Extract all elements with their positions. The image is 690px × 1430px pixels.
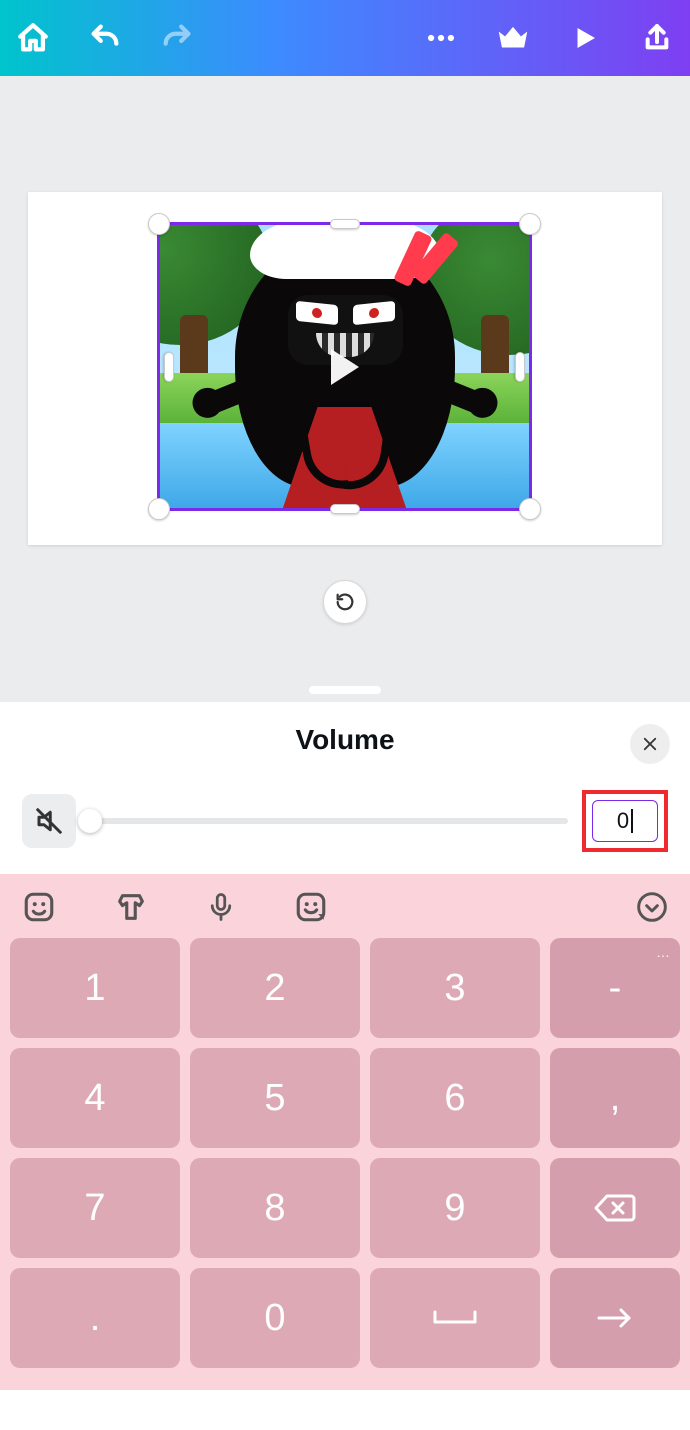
key-0[interactable]: 0 xyxy=(190,1268,360,1368)
volume-panel: Volume 0 xyxy=(0,702,690,874)
panel-drag-handle[interactable] xyxy=(309,686,381,694)
text-caret xyxy=(631,809,633,833)
key-4[interactable]: 4 xyxy=(10,1048,180,1148)
resize-handle-top-right[interactable] xyxy=(519,213,541,235)
crown-pro-button[interactable] xyxy=(494,19,532,57)
keyboard-emoji-icon[interactable] xyxy=(294,890,328,924)
volume-value-text: 0 xyxy=(617,808,629,834)
rotate-button[interactable] xyxy=(323,580,367,624)
resize-handle-bottom[interactable] xyxy=(330,504,360,514)
editor-canvas[interactable] xyxy=(0,76,690,702)
key-enter[interactable] xyxy=(550,1268,680,1368)
resize-handle-bottom-left[interactable] xyxy=(148,498,170,520)
key-space[interactable] xyxy=(370,1268,540,1368)
mute-toggle-button[interactable] xyxy=(22,794,76,848)
app-toolbar xyxy=(0,0,690,76)
key-3[interactable]: 3 xyxy=(370,938,540,1038)
key-8[interactable]: 8 xyxy=(190,1158,360,1258)
resize-handle-left[interactable] xyxy=(164,352,174,382)
redo-button[interactable] xyxy=(158,19,196,57)
highlight-annotation: 0 xyxy=(582,790,668,852)
key-dash[interactable]: …- xyxy=(550,938,680,1038)
more-menu-button[interactable] xyxy=(422,19,460,57)
volume-slider[interactable] xyxy=(90,810,568,832)
key-2[interactable]: 2 xyxy=(190,938,360,1038)
undo-button[interactable] xyxy=(86,19,124,57)
keyboard-theme-icon[interactable] xyxy=(114,890,148,924)
home-button[interactable] xyxy=(14,19,52,57)
selected-video-element[interactable] xyxy=(157,222,532,511)
volume-value-input[interactable]: 0 xyxy=(592,800,658,842)
play-button[interactable] xyxy=(566,19,604,57)
key-period[interactable]: . xyxy=(10,1268,180,1368)
key-1[interactable]: 1 xyxy=(10,938,180,1038)
key-backspace[interactable] xyxy=(550,1158,680,1258)
resize-handle-bottom-right[interactable] xyxy=(519,498,541,520)
close-panel-button[interactable] xyxy=(630,724,670,764)
keyboard-mic-icon[interactable] xyxy=(206,890,236,924)
key-7[interactable]: 7 xyxy=(10,1158,180,1258)
play-overlay-icon[interactable] xyxy=(331,349,359,385)
keyboard-sticker-icon[interactable] xyxy=(22,890,56,924)
resize-handle-top-left[interactable] xyxy=(148,213,170,235)
resize-handle-top[interactable] xyxy=(330,219,360,229)
resize-handle-right[interactable] xyxy=(515,352,525,382)
key-6[interactable]: 6 xyxy=(370,1048,540,1148)
key-5[interactable]: 5 xyxy=(190,1048,360,1148)
keyboard-collapse-button[interactable] xyxy=(636,891,668,923)
video-thumbnail xyxy=(160,225,529,508)
panel-title: Volume xyxy=(0,724,690,756)
key-9[interactable]: 9 xyxy=(370,1158,540,1258)
numeric-keyboard: 1 2 3 …- 4 5 6 , 7 8 9 . 0 xyxy=(0,874,690,1390)
volume-slider-thumb[interactable] xyxy=(78,809,102,833)
canvas-page[interactable] xyxy=(28,192,662,545)
share-button[interactable] xyxy=(638,19,676,57)
key-comma[interactable]: , xyxy=(550,1048,680,1148)
